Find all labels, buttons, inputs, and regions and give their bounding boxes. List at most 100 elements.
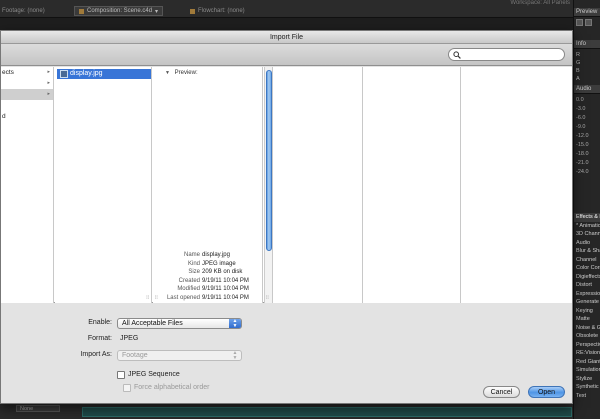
format-label: Format: <box>87 335 112 342</box>
sidebar-item[interactable]: ▸ <box>1 78 53 89</box>
column-resize-handle[interactable]: ⁞⁞ <box>155 295 158 301</box>
preview-controls <box>574 17 600 29</box>
browser-column-empty <box>461 67 572 303</box>
effects-item[interactable]: Blur & Sharpen <box>574 247 600 256</box>
preview-label: Preview: <box>174 70 198 76</box>
chevron-right-icon: ▸ <box>47 80 50 86</box>
effects-item[interactable]: Synthetic <box>574 383 600 392</box>
flowchart-icon <box>190 8 195 14</box>
info-value: 209 KB on disk <box>202 269 243 276</box>
file-name: display.jpg <box>70 70 103 77</box>
jpeg-sequence-checkbox[interactable] <box>117 371 125 379</box>
sidebar-item[interactable]: d <box>1 111 53 122</box>
effects-item[interactable]: RE:Vision <box>574 349 600 358</box>
dialog-toolbar <box>1 44 572 66</box>
audio-level: -18.0 <box>576 151 589 157</box>
first-frame-icon[interactable] <box>576 19 583 26</box>
workspace-selector[interactable]: Workspace: All Panels <box>510 0 570 6</box>
timeline-track[interactable] <box>82 407 572 417</box>
effects-item[interactable]: Simulation <box>574 366 600 375</box>
disclosure-triangle-icon[interactable]: ▼ <box>165 70 170 76</box>
info-row-name: Name display.jpg <box>153 251 263 260</box>
effects-item[interactable]: Stylize <box>574 375 600 384</box>
jpeg-sequence-label[interactable]: JPEG Sequence <box>128 371 180 378</box>
effects-item[interactable]: 3D Channel <box>574 230 600 239</box>
file-item-display-jpg[interactable]: display.jpg <box>57 69 151 79</box>
info-key: Kind <box>187 260 200 267</box>
sidebar-item-label: d <box>2 113 6 120</box>
sidebar-item-label: ects <box>2 69 14 76</box>
enable-popup[interactable]: All Acceptable Files ▲ ▼ <box>117 318 242 329</box>
effects-item[interactable]: Digieffects <box>574 273 600 282</box>
effects-item[interactable]: Keying <box>574 307 600 316</box>
sidebar-item[interactable]: ects ▸ <box>1 67 53 78</box>
force-alphabetical-label: Force alphabetical order <box>134 384 210 391</box>
composition-icon <box>79 8 84 14</box>
effects-item[interactable]: Audio <box>574 239 600 248</box>
open-button[interactable]: Open <box>528 386 565 398</box>
popup-arrows-icon: ▲ ▼ <box>229 319 241 328</box>
effects-item[interactable]: Color Correction <box>574 264 600 273</box>
tab-flowchart[interactable]: Flowchart: (none) <box>190 6 245 16</box>
jpeg-file-icon <box>60 70 68 78</box>
sidebar-item[interactable] <box>1 100 53 111</box>
info-value: 9/19/11 10:04 PM <box>202 277 249 284</box>
audio-level: -6.0 <box>576 115 586 121</box>
effects-item[interactable]: Noise & Grain <box>574 324 600 333</box>
audio-panel-title[interactable]: Audio <box>574 85 600 94</box>
effects-item[interactable]: Text <box>574 392 600 401</box>
info-value: 9/19/11 10:04 PM <box>202 294 249 301</box>
info-value: 9/19/11 10:04 PM <box>202 286 249 293</box>
bottom-select-1[interactable]: None <box>16 405 60 412</box>
vertical-scrollbar[interactable]: ⁞⁞ <box>264 67 273 303</box>
effects-item[interactable]: Matte <box>574 315 600 324</box>
effects-item[interactable]: Distort <box>574 281 600 290</box>
info-panel-title[interactable]: Info <box>574 40 600 49</box>
info-key: Modified <box>177 286 200 293</box>
preview-panel-title[interactable]: Preview <box>574 8 600 17</box>
search-field[interactable] <box>448 48 565 61</box>
chevron-right-icon: ▸ <box>47 69 50 75</box>
effects-panel-title[interactable]: Effects & Presets <box>574 213 600 222</box>
column-resize-handle[interactable]: ⁞⁞ <box>266 295 269 301</box>
format-value: JPEG <box>120 335 139 342</box>
audio-level: -9.0 <box>576 124 586 130</box>
cancel-button[interactable]: Cancel <box>483 386 520 398</box>
effects-item[interactable]: Red Giant <box>574 358 600 367</box>
chevron-down-icon[interactable]: ▾ <box>155 8 158 15</box>
info-row-last-opened: Last opened 9/19/11 10:04 PM <box>153 294 263 303</box>
effects-item[interactable]: Generate <box>574 298 600 307</box>
audio-meter: 0.0 -3.0 -6.0 -9.0 -12.0 -15.0 -18.0 -21… <box>574 94 600 179</box>
import-file-dialog: Import File ects ▸ ▸ ▸ d display.jpg ⁞⁞ … <box>0 30 573 404</box>
tab-composition[interactable]: Composition: Scene.c4d ▾ <box>74 6 164 16</box>
info-row-created: Created 9/19/11 10:04 PM <box>153 277 263 286</box>
import-as-label: Import As: <box>80 351 112 358</box>
composition-tab-label: Composition: Scene.c4d <box>87 8 153 14</box>
info-value: JPEG image <box>202 260 236 267</box>
files-column: display.jpg ⁞⁞ <box>55 67 152 303</box>
sidebar-column: ects ▸ ▸ ▸ d <box>1 67 54 303</box>
effects-item[interactable]: * Animation Presets <box>574 222 600 231</box>
tab-footage[interactable]: Footage: (none) <box>2 6 45 16</box>
info-key: Size <box>188 269 200 276</box>
audio-level: -21.0 <box>576 160 589 166</box>
column-resize-handle[interactable]: ⁞⁞ <box>146 295 149 301</box>
sidebar-item-selected[interactable]: ▸ <box>1 89 53 100</box>
effects-item[interactable]: Perspective <box>574 341 600 350</box>
popup-arrows-icon: ▲ ▼ <box>232 350 238 361</box>
audio-level: -12.0 <box>576 133 589 139</box>
search-icon <box>453 51 461 59</box>
info-row-modified: Modified 9/19/11 10:04 PM <box>153 285 263 294</box>
scrollbar-thumb[interactable] <box>266 70 272 251</box>
play-icon[interactable] <box>585 19 592 26</box>
browser-column-empty <box>363 67 461 303</box>
import-as-popup[interactable]: Footage ▲ ▼ <box>117 350 242 361</box>
effects-item[interactable]: Obsolete <box>574 332 600 341</box>
effects-item[interactable]: Channel <box>574 256 600 265</box>
force-alphabetical-checkbox[interactable] <box>123 384 131 392</box>
info-key: Created <box>178 277 200 284</box>
effects-item[interactable]: Expression Controls <box>574 290 600 299</box>
info-line: R <box>576 52 580 58</box>
file-browser: ects ▸ ▸ ▸ d display.jpg ⁞⁞ ▼ Preview: N… <box>1 67 572 303</box>
